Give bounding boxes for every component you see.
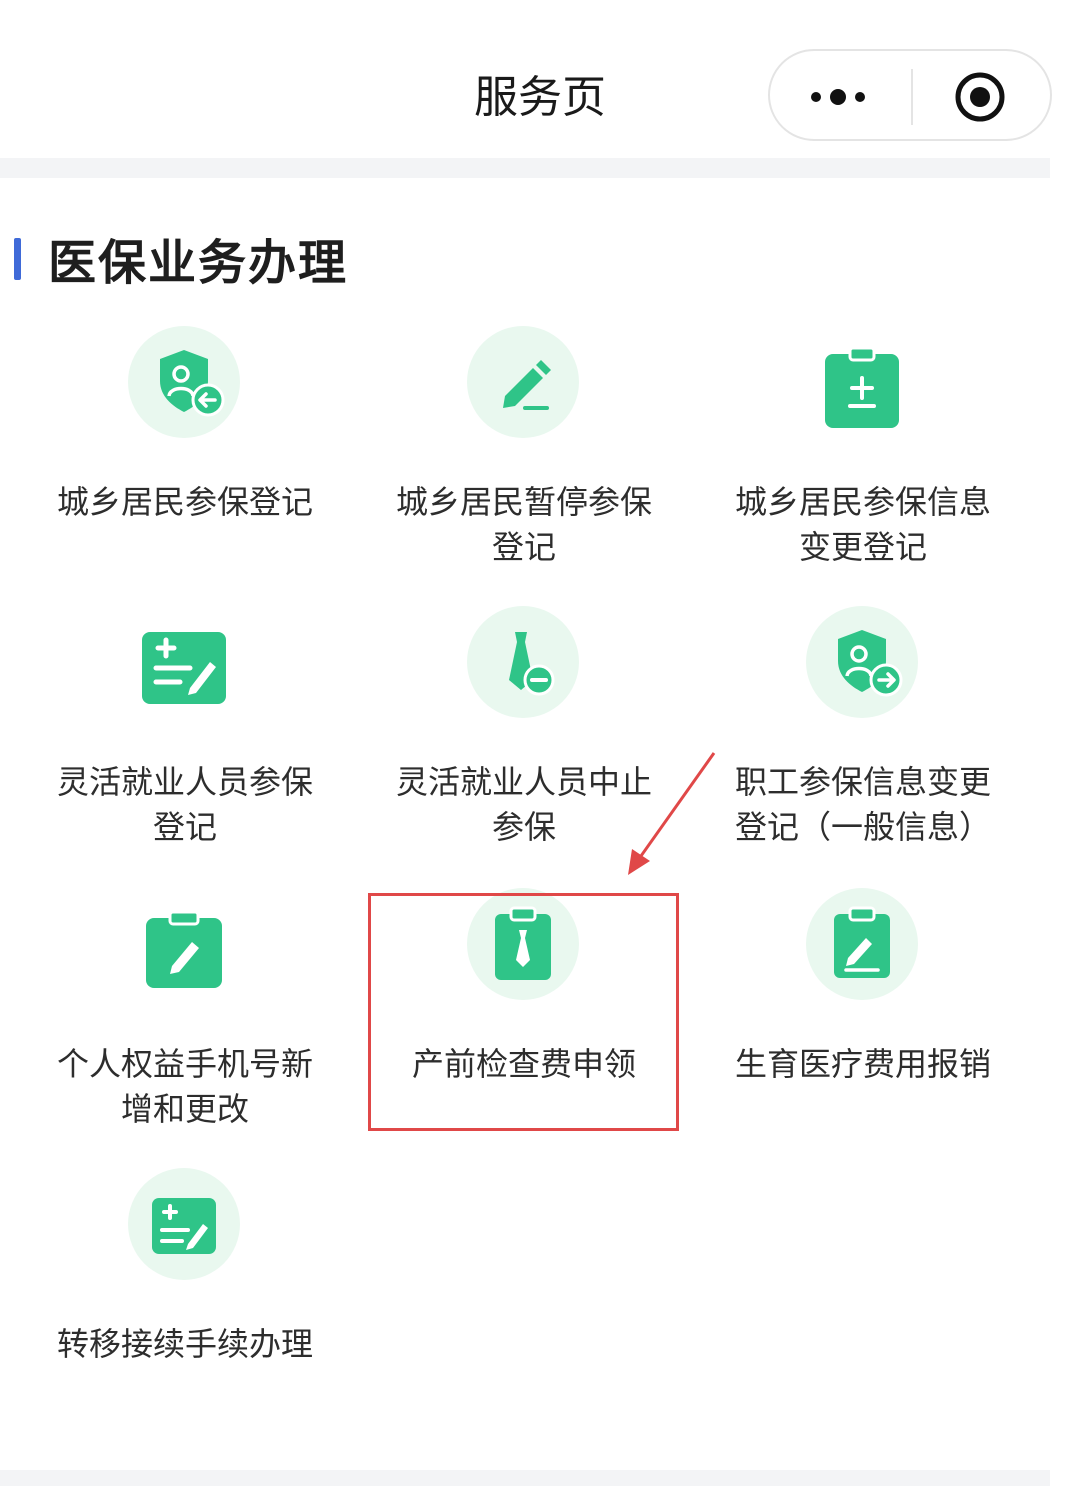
footer-divider-band	[0, 1470, 1050, 1486]
service-item-maternity-reimburse[interactable]: 生育医疗费用报销	[693, 884, 1032, 1164]
annotation-arrow-icon	[628, 752, 716, 875]
service-item-phone-change[interactable]: 个人权益手机号新增和更改	[15, 884, 354, 1164]
mini-program-capsule	[768, 49, 1052, 141]
service-label: 城乡居民暂停参保登记	[395, 483, 652, 566]
service-item-resident-enroll[interactable]: 城乡居民参保登记	[15, 322, 354, 602]
capsule-divider	[911, 69, 913, 125]
highlight-box	[368, 893, 679, 1131]
service-item-flex-enroll[interactable]: 灵活就业人员参保登记	[15, 602, 354, 882]
service-item-staff-info-change[interactable]: 职工参保信息变更登记（一般信息）	[693, 602, 1032, 882]
form-edit-icon	[128, 1168, 240, 1280]
service-label: 灵活就业人员参保登记	[56, 763, 313, 846]
service-label: 生育医疗费用报销	[734, 1045, 991, 1083]
service-label: 城乡居民参保登记	[56, 483, 313, 521]
navigation-bar: 服务页	[0, 0, 1080, 160]
service-item-transfer[interactable]: 转移接续手续办理	[15, 1164, 354, 1444]
more-options-icon[interactable]	[806, 77, 876, 117]
service-label: 转移接续手续办理	[56, 1325, 313, 1363]
shield-user-forward-icon	[806, 606, 918, 718]
pencil-icon	[467, 326, 579, 438]
section-title: 医保业务办理	[48, 235, 349, 291]
service-label: 个人权益手机号新增和更改	[56, 1045, 313, 1128]
service-label: 职工参保信息变更登记（一般信息）	[734, 763, 991, 846]
tie-minus-icon	[467, 606, 579, 718]
service-item-resident-suspend[interactable]: 城乡居民暂停参保登记	[354, 322, 693, 602]
header-divider-band	[0, 158, 1050, 178]
clipboard-pencil-icon	[128, 888, 240, 1000]
close-target-icon[interactable]	[952, 69, 1008, 125]
service-item-resident-info-change[interactable]: 城乡居民参保信息变更登记	[693, 322, 1032, 602]
clipboard-plus-minus-icon	[806, 326, 918, 438]
form-edit-icon	[128, 606, 240, 718]
service-label: 城乡居民参保信息变更登记	[734, 483, 991, 566]
clipboard-edit-icon	[806, 888, 918, 1000]
shield-user-arrow-icon	[128, 326, 240, 438]
section-accent-bar	[14, 238, 21, 280]
